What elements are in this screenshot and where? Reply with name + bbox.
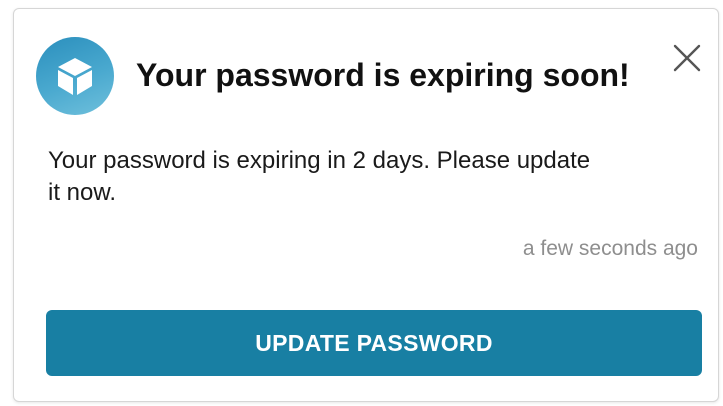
cube-icon xyxy=(36,37,114,115)
notification-title: Your password is expiring soon! xyxy=(136,57,630,93)
update-password-button[interactable]: UPDATE PASSWORD xyxy=(46,310,702,376)
close-icon[interactable] xyxy=(670,41,704,75)
notification-card: Your password is expiring soon! Your pas… xyxy=(13,8,719,402)
notification-message: Your password is expiring in 2 days. Ple… xyxy=(48,147,591,206)
notification-timestamp: a few seconds ago xyxy=(522,237,698,260)
close-button[interactable] xyxy=(670,41,704,75)
